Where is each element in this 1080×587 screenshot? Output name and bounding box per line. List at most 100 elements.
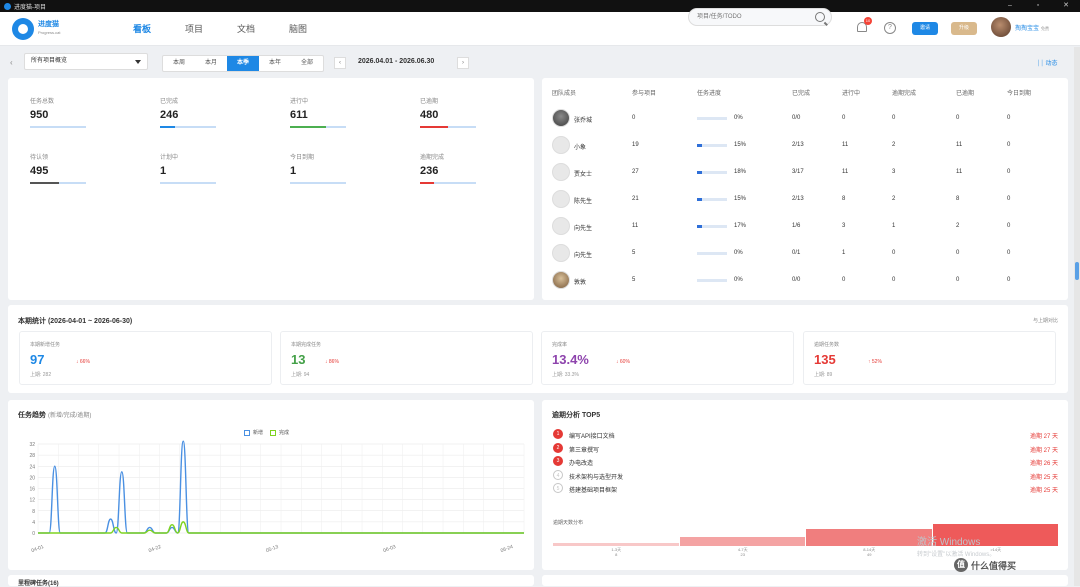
stat-4[interactable]: 待认领 495 xyxy=(30,152,140,184)
kpi-card[interactable]: 本期新增任务 97 ↓ 66% 上期: 282 xyxy=(19,331,272,385)
brand[interactable]: 进度猫 Progress.cat xyxy=(12,17,92,40)
user-avatar[interactable] xyxy=(991,17,1011,37)
avatar xyxy=(552,109,570,127)
kpi-previous: 上期: 94 xyxy=(291,372,310,378)
stat-bar xyxy=(290,126,346,128)
member-name: 贾女士 xyxy=(574,172,593,178)
stat-2[interactable]: 进行中 611 xyxy=(290,96,400,128)
close-button[interactable]: ✕ xyxy=(1052,0,1080,12)
member-overdue-done: 2 xyxy=(892,142,896,148)
kpi-previous: 上期: 89 xyxy=(814,372,833,378)
member-progress: 15% xyxy=(734,142,747,148)
member-progress-fill xyxy=(697,144,702,147)
member-today: 0 xyxy=(1007,223,1011,229)
stat-6[interactable]: 今日到期 1 xyxy=(290,152,400,184)
member-today: 0 xyxy=(1007,142,1011,148)
member-progress-bar xyxy=(697,198,727,201)
kpi-label: 完成率 xyxy=(552,342,568,348)
team-row[interactable]: 向先生 5 0% 0/1 1 0 0 0 xyxy=(542,241,1068,267)
overdue-days: 逾期 26 天 xyxy=(1029,461,1058,467)
stat-value: 1 xyxy=(160,165,167,177)
back-arrow-icon[interactable]: ‹ xyxy=(10,58,13,67)
filter-bar: ‹ 所有项目概览 本周 本月 本季 本年 全部 ‹ 2026.04.01 - 2… xyxy=(0,47,1080,77)
maximize-button[interactable]: ▫ xyxy=(1024,0,1052,12)
period-quarter[interactable]: 本季 xyxy=(227,56,259,71)
member-progress: 17% xyxy=(734,223,747,229)
period-year[interactable]: 本年 xyxy=(259,56,291,71)
stat-5[interactable]: 计划中 1 xyxy=(160,152,270,184)
member-overdue: 2 xyxy=(956,223,960,229)
activity-link[interactable]: ⏐⏐ 动态 xyxy=(1037,58,1057,68)
member-ongoing: 0 xyxy=(842,115,846,121)
compare-link[interactable]: 与上期对比 xyxy=(1033,317,1058,324)
stat-1[interactable]: 已完成 246 xyxy=(160,96,270,128)
watermark-line1: 激活 Windows xyxy=(917,537,981,548)
overdue-dist-bar[interactable] xyxy=(806,529,932,546)
y-tick-label: 16 xyxy=(29,487,35,493)
scrollbar-thumb[interactable] xyxy=(1075,262,1079,280)
overdue-item[interactable]: 3 办电改造 逾期 26 天 xyxy=(553,454,1058,468)
next-period-button[interactable]: › xyxy=(457,57,469,69)
team-header[interactable]: 已逾期 xyxy=(956,88,974,97)
stat-bar xyxy=(420,182,476,184)
stat-bar-fill xyxy=(160,126,175,128)
team-header[interactable]: 任务进度 xyxy=(697,88,721,97)
upgrade-button[interactable]: 升级 xyxy=(951,22,977,35)
smzdm-watermark: 值什么值得买 xyxy=(954,558,1016,572)
team-header[interactable]: 团队成员 xyxy=(552,88,576,97)
team-header[interactable]: 进行中 xyxy=(842,88,860,97)
overdue-item[interactable]: 1 编写API接口文档 逾期 27 天 xyxy=(553,427,1058,441)
overdue-item[interactable]: 2 第三章撰写 逾期 27 天 xyxy=(553,441,1058,455)
avatar xyxy=(552,244,570,262)
stat-3[interactable]: 已逾期 480 xyxy=(420,96,530,128)
kpi-card[interactable]: 逾期任务数 135 ↑ 52% 上期: 89 xyxy=(803,331,1056,385)
overdue-dist-bar[interactable] xyxy=(553,543,679,546)
user-name[interactable]: 掏掏宝宝 免费 xyxy=(1015,23,1049,32)
team-header[interactable]: 今日到期 xyxy=(1007,88,1031,97)
minimize-button[interactable]: – xyxy=(996,0,1024,12)
period-month[interactable]: 本月 xyxy=(195,56,227,71)
tab-mindmap[interactable]: 脑图 xyxy=(272,22,324,35)
stat-0[interactable]: 任务总数 950 xyxy=(30,96,140,128)
member-progress-fill xyxy=(697,225,703,228)
team-row[interactable]: 敦敦 5 0% 0/0 0 0 0 0 xyxy=(542,268,1068,294)
y-tick-label: 8 xyxy=(32,509,35,515)
prev-period-button[interactable]: ‹ xyxy=(334,57,346,69)
team-header[interactable]: 已完成 xyxy=(792,88,810,97)
team-row[interactable]: 张乔城 0 0% 0/0 0 0 0 0 xyxy=(542,106,1068,132)
tab-projects[interactable]: 项目 xyxy=(168,22,220,35)
search-input[interactable] xyxy=(689,9,799,25)
overdue-item[interactable]: 5 搭建基础项目框架 逾期 25 天 xyxy=(553,481,1058,495)
member-overdue-done: 2 xyxy=(892,196,896,202)
page-scrollbar[interactable] xyxy=(1074,47,1080,586)
tab-board[interactable]: 看板 xyxy=(116,22,168,35)
search-box xyxy=(688,8,832,26)
dist-count: 8 xyxy=(615,552,618,557)
tab-docs[interactable]: 文档 xyxy=(220,22,272,35)
stat-bar-fill xyxy=(290,126,326,128)
team-header[interactable]: 逾期完成 xyxy=(892,88,916,97)
team-row[interactable]: 小象 19 15% 2/13 11 2 11 0 xyxy=(542,133,1068,159)
project-select[interactable]: 所有项目概览 xyxy=(24,53,148,70)
team-row[interactable]: 陈先生 21 15% 2/13 8 2 8 0 xyxy=(542,187,1068,213)
team-row[interactable]: 贾女士 27 18% 3/17 11 3 11 0 xyxy=(542,160,1068,186)
stat-label: 计划中 xyxy=(160,155,179,161)
period-all[interactable]: 全部 xyxy=(291,56,323,71)
kpi-label: 本期完成任务 xyxy=(291,342,322,348)
kpi-card[interactable]: 完成率 13.4% ↓ 60% 上期: 33.3% xyxy=(541,331,794,385)
help-icon[interactable]: ? xyxy=(884,22,896,34)
invite-button[interactable]: 邀请 xyxy=(912,22,938,35)
stat-7[interactable]: 逾期完成 236 xyxy=(420,152,530,184)
overdue-dist-bar[interactable] xyxy=(679,537,805,546)
kpi-card[interactable]: 本期完成任务 13 ↓ 86% 上期: 94 xyxy=(280,331,533,385)
y-tick-label: 20 xyxy=(29,475,35,481)
member-overdue-done: 0 xyxy=(892,277,896,283)
team-header[interactable]: 参与项目 xyxy=(632,88,656,97)
overdue-item[interactable]: 4 技术架构与选型开发 逾期 25 天 xyxy=(553,468,1058,482)
team-row[interactable]: 向先生 11 17% 1/6 3 1 2 0 xyxy=(542,214,1068,240)
overdue-task-name: 技术架构与选型开发 xyxy=(569,474,624,481)
search-icon[interactable] xyxy=(815,12,825,22)
period-week[interactable]: 本周 xyxy=(163,56,195,71)
smzdm-text: 什么值得买 xyxy=(971,560,1017,571)
member-progress: 18% xyxy=(734,169,747,175)
